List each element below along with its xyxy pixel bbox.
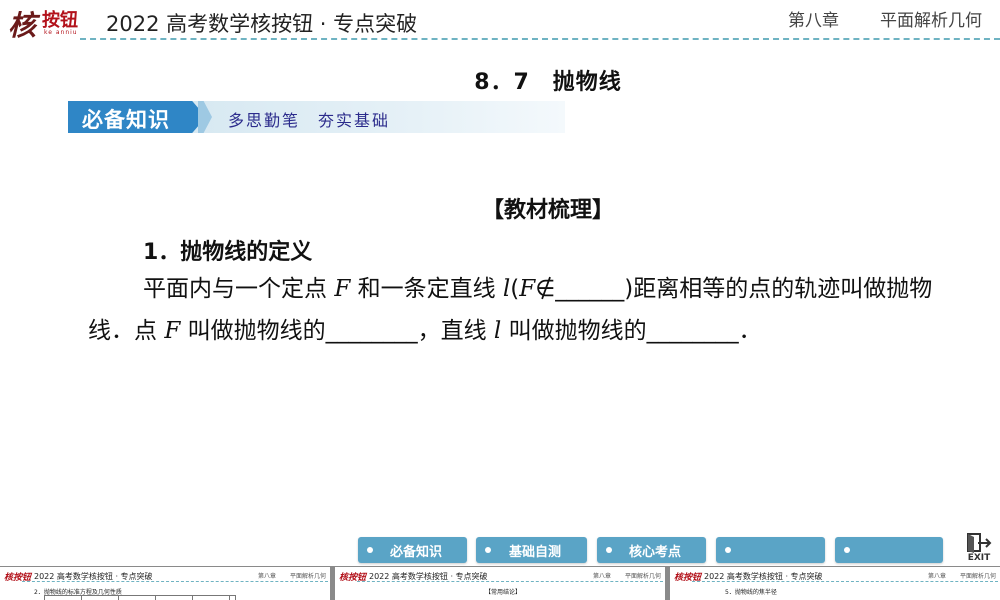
nav-button-core-topics[interactable]: 核心考点	[597, 537, 706, 563]
definition-paragraph: 平面内与一个定点 F 和一条定直线 l(F∉______)距离相等的点的轨迹叫做…	[88, 268, 938, 352]
nav-button-self-test[interactable]: 基础自测	[476, 537, 587, 563]
logo-subtext: ke anniu	[44, 29, 78, 36]
banner-tab-label: 必备知识	[82, 108, 170, 132]
bullet-icon	[725, 547, 731, 553]
nav-button-essentials[interactable]: 必备知识	[358, 537, 467, 563]
subsection-heading: 【教材梳理】	[481, 198, 614, 223]
bullet-icon	[485, 547, 491, 553]
math-var: F	[164, 318, 181, 344]
chapter-label: 第八章	[788, 11, 839, 31]
slide-thumbnail[interactable]: 核按钮 2022 高考数学核按钮 · 专点突破 第八章 平面解析几何 5．抛物线…	[670, 567, 1000, 600]
brand-logo: 核 按钮 ke anniu	[8, 4, 100, 42]
thumb-text: 5．抛物线的焦半径	[725, 589, 777, 596]
text-run: 和一条定直线	[350, 276, 503, 302]
thumb-section: 平面解析几何	[290, 573, 327, 580]
chevron-right-icon	[198, 101, 212, 133]
text-run: (	[510, 276, 520, 302]
banner-slogan: 多思勤笔 夯实基础	[228, 111, 391, 130]
thumb-section: 平面解析几何	[960, 573, 997, 580]
exit-label: EXIT	[967, 553, 991, 563]
nav-label: 必备知识	[389, 544, 442, 560]
exit-button[interactable]: EXIT	[962, 532, 996, 564]
thumb-section: 平面解析几何	[625, 573, 662, 580]
exit-icon	[967, 533, 992, 553]
slide-thumbnail[interactable]: 核按钮 2022 高考数学核按钮 · 专点突破 第八章 平面解析几何 2．抛物线…	[0, 567, 330, 600]
bullet-icon	[844, 547, 850, 553]
thumb-chapter: 第八章	[928, 573, 947, 580]
book-title: 2022 高考数学核按钮 · 专点突破	[106, 12, 418, 36]
item-heading: 1．抛物线的定义	[143, 240, 313, 265]
thumb-chapter: 第八章	[593, 573, 612, 580]
section-label: 平面解析几何	[880, 11, 982, 31]
thumb-chapter: 第八章	[258, 573, 277, 580]
slide-thumbnail[interactable]: 核按钮 2022 高考数学核按钮 · 专点突破 第八章 平面解析几何 【常用结论…	[335, 567, 665, 600]
thumb-divider	[22, 581, 328, 582]
thumb-divider	[692, 581, 998, 582]
slide-thumbnail-strip: 核按钮 2022 高考数学核按钮 · 专点突破 第八章 平面解析几何 2．抛物线…	[0, 566, 1000, 600]
nav-button-5[interactable]	[835, 537, 943, 563]
text-run: 叫做抛物线的________．	[501, 318, 762, 344]
section-banner: 必备知识 多思勤笔 夯实基础	[68, 101, 565, 133]
text-run: 平面内与一个定点	[143, 276, 335, 302]
nav-label: 核心考点	[628, 544, 681, 560]
math-var: F	[334, 276, 351, 302]
nav-label: 基础自测	[508, 544, 561, 560]
thumb-text: 【常用结论】	[485, 589, 522, 596]
slide-header: 核 按钮 ke anniu 2022 高考数学核按钮 · 专点突破 第八章 平面…	[0, 0, 1000, 42]
thumb-divider	[357, 581, 663, 582]
thumb-table	[44, 595, 236, 600]
text-run: 叫做抛物线的________，直线	[180, 318, 494, 344]
bullet-icon	[606, 547, 612, 553]
header-divider	[80, 38, 1000, 40]
bullet-icon	[367, 547, 373, 553]
nav-button-4[interactable]	[716, 537, 825, 563]
page-title: 8．7 抛物线	[474, 70, 622, 95]
math-var: F	[519, 276, 536, 302]
logo-script: 核	[8, 9, 37, 42]
